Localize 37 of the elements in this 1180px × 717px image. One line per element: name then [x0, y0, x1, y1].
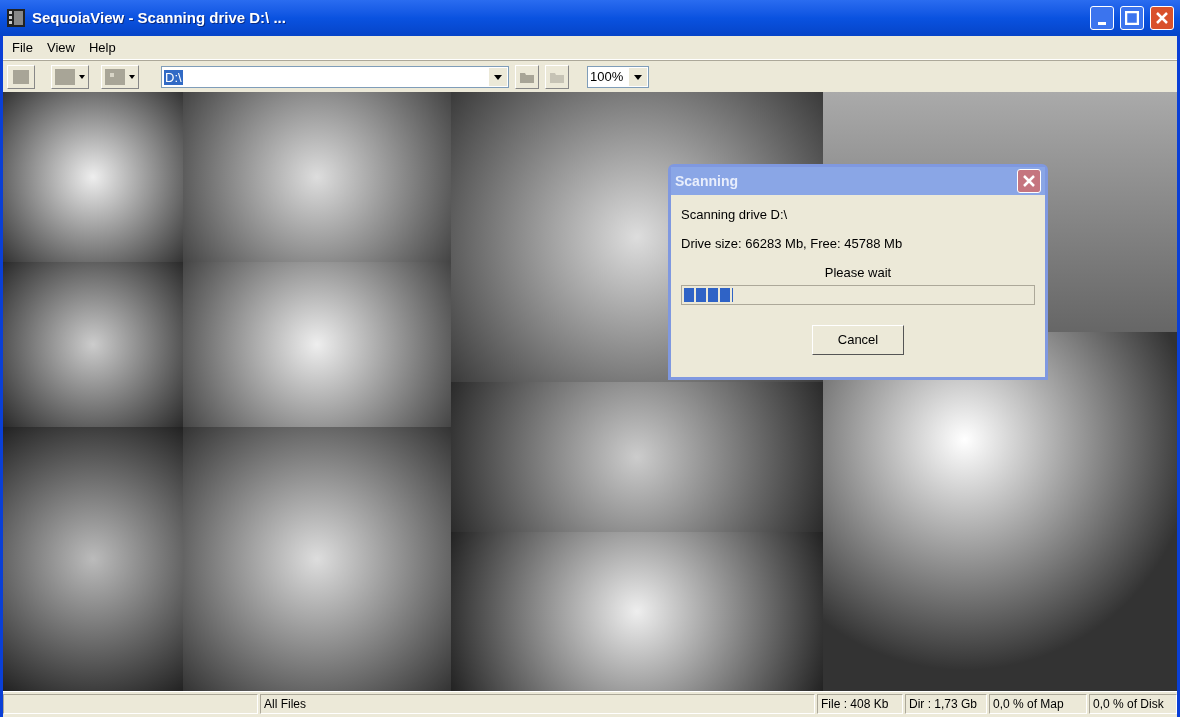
close-button[interactable] — [1017, 169, 1041, 193]
toolbar-button[interactable] — [101, 64, 139, 89]
window-title: SequoiaView - Scanning drive D:\ ... — [32, 7, 287, 28]
caret-icon — [79, 74, 85, 79]
cancel-button[interactable]: Cancel — [812, 325, 904, 355]
toolbar-button[interactable] — [545, 64, 569, 89]
toolbar-button[interactable] — [7, 64, 35, 89]
dialog-title: Scanning — [675, 171, 739, 191]
close-button[interactable] — [1150, 6, 1174, 30]
caret-icon — [129, 74, 135, 79]
minimize-button[interactable] — [1090, 6, 1114, 30]
menu-item[interactable]: File — [6, 37, 39, 58]
window-icon — [105, 68, 125, 85]
status-field: 0,0 % of Map — [989, 693, 1087, 714]
path-combo-box[interactable]: D:\ — [161, 65, 509, 88]
status-field: 0,0 % of Disk — [1089, 693, 1177, 714]
close-icon — [1155, 11, 1169, 25]
film-icon — [6, 8, 26, 28]
status-field: Dir : 1,73 Gb — [905, 693, 987, 714]
path-value: D:\ — [164, 69, 183, 85]
menu-item[interactable]: Help — [82, 37, 122, 58]
close-icon — [1022, 174, 1036, 188]
dialog-text: Scanning drive D:\ — [681, 206, 788, 224]
status-field: File : 408 Kb — [817, 693, 903, 714]
square-icon — [13, 69, 29, 84]
status-field: All Files — [260, 693, 815, 714]
maximize-button[interactable] — [1120, 6, 1144, 30]
wait-message: Please wait — [824, 264, 892, 282]
toolbar-button[interactable] — [51, 64, 89, 89]
menu-item[interactable]: View — [40, 37, 81, 58]
zoom-combo-box[interactable]: 100% — [587, 65, 649, 88]
dialog-text: Drive size: 66283 Mb, Free: 45788 Mb — [681, 235, 903, 253]
zoom-value: 100% — [589, 67, 625, 86]
window-icon — [55, 68, 75, 85]
maximize-icon — [1125, 11, 1139, 25]
toolbar-button[interactable] — [515, 64, 539, 89]
minimize-icon — [1098, 22, 1106, 25]
